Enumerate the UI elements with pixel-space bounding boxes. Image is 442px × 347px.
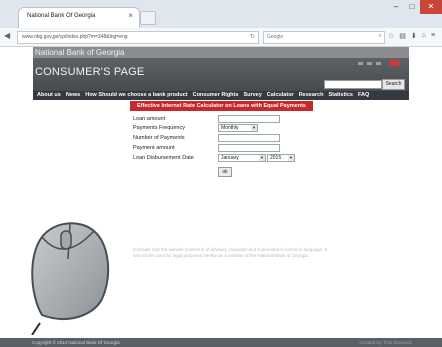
main-menu: About us News How Should we choose a ban… — [33, 91, 409, 100]
disbursement-year-value: 2015 — [270, 155, 282, 161]
payment-amount-input[interactable] — [218, 144, 280, 152]
loan-amount-label: Loan amount — [133, 116, 166, 122]
payment-amount-label: Payment amount — [133, 145, 175, 151]
menu-item-about[interactable]: About us — [37, 91, 61, 100]
sitemap-icon[interactable] — [376, 62, 381, 65]
menu-item-statistics[interactable]: Statistics — [328, 91, 352, 100]
flag-icon[interactable] — [390, 60, 399, 66]
disclaimer-text: Consider that the website content is of … — [133, 247, 328, 258]
menu-item-consumer-rights[interactable]: Consumer Rights — [193, 91, 239, 100]
loan-amount-input[interactable] — [218, 115, 280, 123]
footer-credit: Created by: Fine Business — [359, 340, 412, 345]
website: National Bank of Georgia CONSUMER'S PAGE… — [33, 47, 409, 347]
calculator-title: Effective Internet Rate Calculator on Lo… — [136, 103, 306, 109]
download-icon[interactable]: ⬇ — [411, 32, 417, 40]
close-window-button[interactable]: ✕ — [420, 0, 442, 14]
home-small-icon[interactable] — [358, 62, 363, 65]
reload-icon[interactable]: ↻ — [250, 33, 255, 40]
ok-button[interactable]: ok — [218, 167, 232, 177]
back-icon[interactable]: ◀ — [4, 31, 10, 40]
search-icon[interactable]: ⌕ — [379, 33, 382, 40]
chevron-down-icon: ▼ — [288, 155, 294, 161]
browser-window: National Bank Of Georgia × – □ ✕ ◀ www.n… — [0, 0, 442, 347]
menu-item-news[interactable]: News — [66, 91, 80, 100]
tab-title: National Bank Of Georgia — [27, 13, 96, 19]
menu-item-research[interactable]: Research — [299, 91, 324, 100]
banner: CONSUMER'S PAGE Search — [33, 58, 409, 91]
number-of-payments-input[interactable] — [218, 134, 280, 142]
disbursement-year-select[interactable]: 2015 ▼ — [267, 154, 295, 162]
maximize-button[interactable]: □ — [404, 0, 420, 14]
bookmarks-icon[interactable]: ▤ — [399, 32, 406, 40]
close-tab-icon[interactable]: × — [128, 11, 133, 20]
brand-bar: National Bank of Georgia — [33, 47, 409, 58]
footer-copyright: Copyright © 2014 National Bank Of Georgi… — [32, 340, 120, 345]
menu-item-survey[interactable]: Survey — [243, 91, 261, 100]
brand-name: National Bank of Georgia — [35, 48, 125, 57]
payments-frequency-select[interactable]: Monthly ▼ — [218, 124, 258, 132]
disbursement-date-label: Loan Disbursement Date — [133, 155, 194, 161]
chevron-down-icon: ▼ — [251, 125, 257, 131]
address-bar[interactable]: www.nbg.gov.ge/cp/index.php?m=348&lng=en… — [17, 31, 259, 44]
banner-title: CONSUMER'S PAGE — [35, 66, 145, 78]
tab-bar: National Bank Of Georgia × – □ ✕ — [0, 0, 442, 29]
search-engine-label: Google — [267, 34, 284, 40]
disbursement-month-select[interactable]: January ▼ — [218, 154, 266, 162]
browser-tab[interactable]: National Bank Of Georgia × — [18, 7, 140, 29]
disbursement-month-value: January — [221, 155, 239, 161]
payments-frequency-label: Payments Frequency — [133, 125, 185, 131]
footer: Copyright © 2014 National Bank Of Georgi… — [0, 338, 442, 347]
minimize-button[interactable]: – — [388, 0, 404, 14]
toolbar-icons: ☆ ▤ ⬇ ⌂ ≡ — [388, 32, 435, 40]
chevron-down-icon: ▼ — [259, 155, 265, 161]
menu-icon[interactable]: ≡ — [431, 32, 435, 40]
new-tab-button[interactable] — [140, 11, 156, 25]
site-search-button[interactable]: Search — [382, 79, 405, 90]
payments-frequency-value: Monthly — [221, 125, 239, 131]
url-text: www.nbg.gov.ge/cp/index.php?m=348&lng=en… — [22, 34, 128, 40]
browser-search-input[interactable]: Google ⌕ — [263, 31, 385, 44]
number-of-payments-label: Number of Payments — [133, 135, 185, 141]
mail-icon[interactable] — [367, 62, 372, 65]
menu-item-calculator[interactable]: Calculator — [267, 91, 294, 100]
calculator-header: Effective Internet Rate Calculator on Lo… — [130, 101, 313, 111]
window-controls: – □ ✕ — [388, 0, 442, 14]
site-icons — [358, 62, 381, 65]
home-icon[interactable]: ⌂ — [422, 32, 426, 40]
menu-item-choose-product[interactable]: How Should we choose a bank product — [85, 91, 187, 100]
site-search-input[interactable] — [324, 80, 382, 89]
navigation-bar: ◀ www.nbg.gov.ge/cp/index.php?m=348&lng=… — [0, 28, 442, 47]
star-icon[interactable]: ☆ — [388, 32, 394, 40]
menu-item-faq[interactable]: FAQ — [358, 91, 369, 100]
